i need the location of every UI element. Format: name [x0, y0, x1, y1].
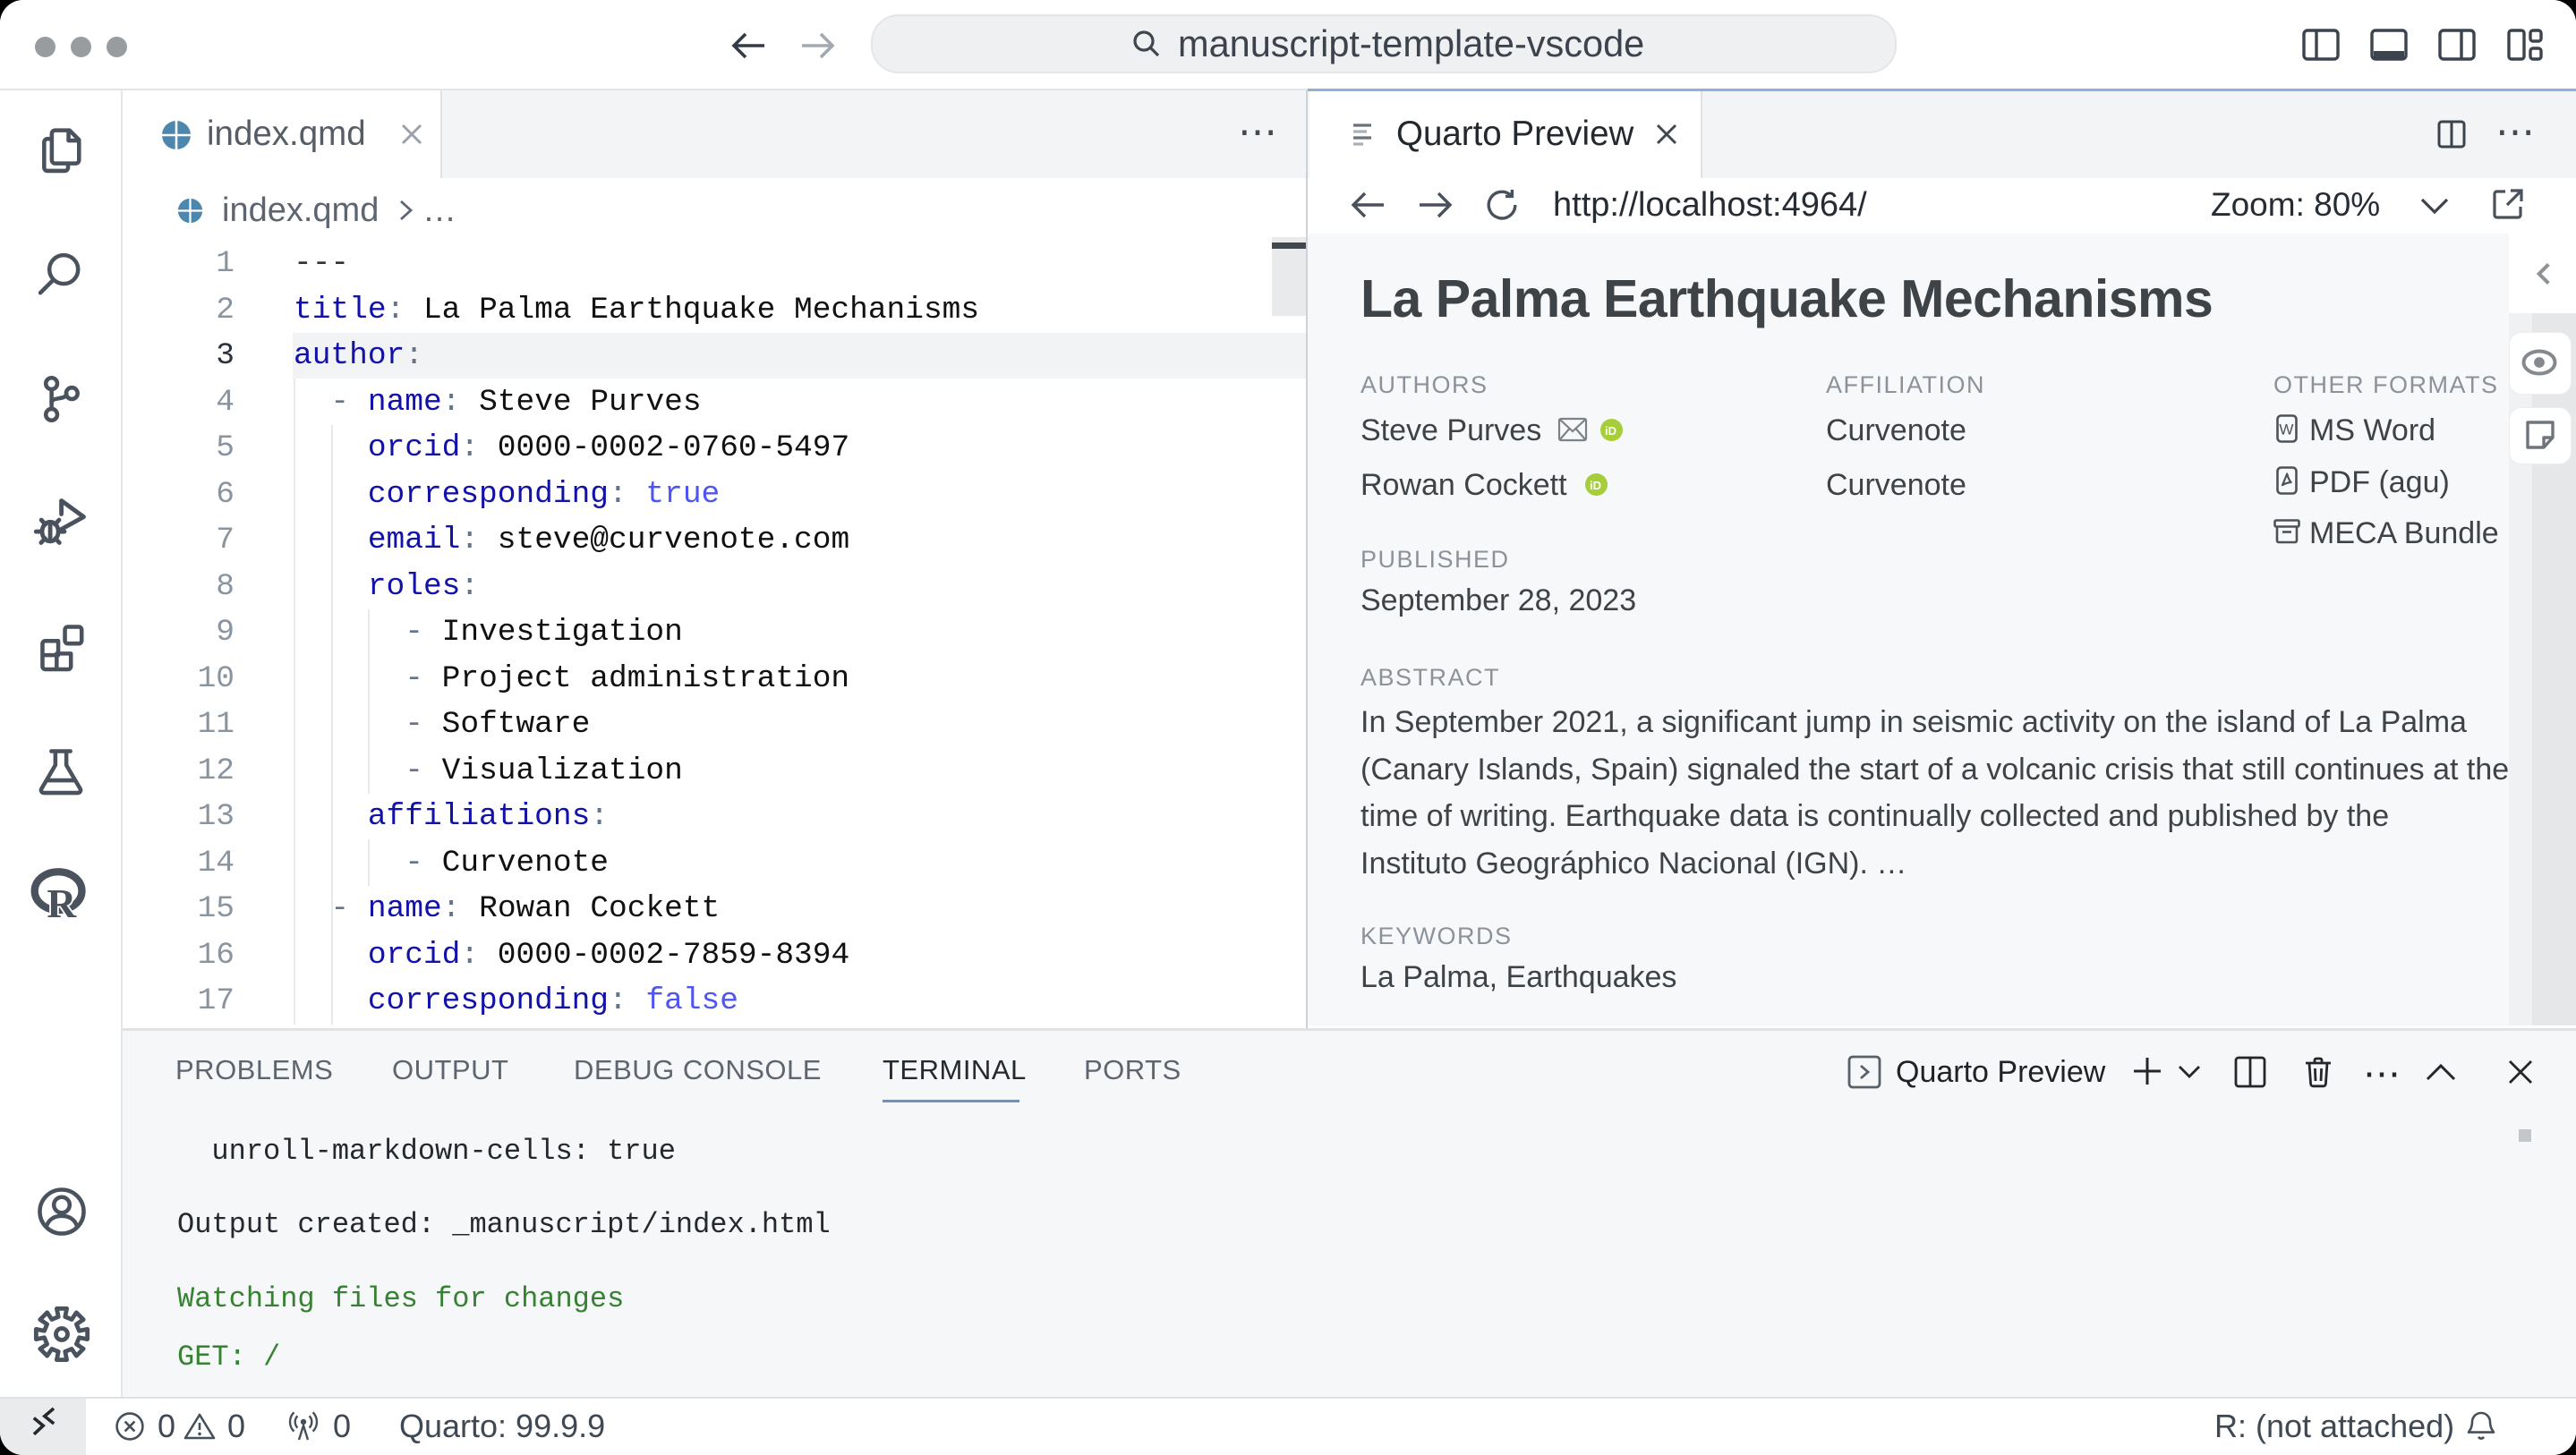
svg-text:iD: iD — [1605, 424, 1616, 438]
svg-text:iD: iD — [1590, 479, 1601, 492]
svg-text:W: W — [2279, 421, 2293, 438]
